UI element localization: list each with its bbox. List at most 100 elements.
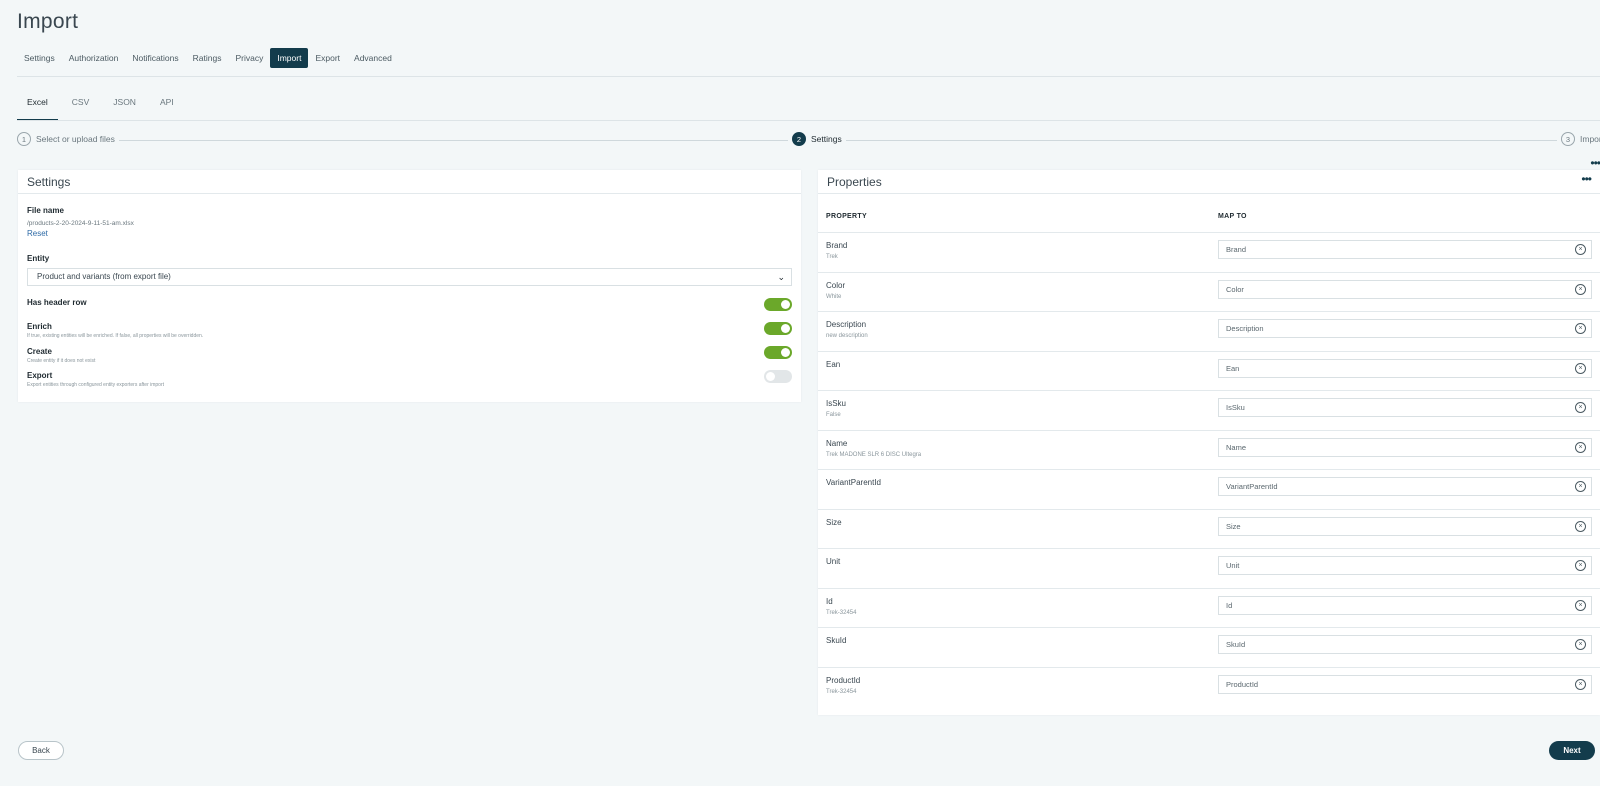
table-row: Unit Unit × [818, 548, 1600, 588]
stepper-line [112, 140, 1600, 141]
table-row: SkuId SkuId × [818, 627, 1600, 667]
map-to-value: Unit [1226, 561, 1240, 570]
clear-icon[interactable]: × [1575, 599, 1586, 611]
table-row: Color White Color × [818, 271, 1600, 312]
create-hint: Create entity if it does not exist [27, 358, 96, 364]
clear-icon[interactable]: × [1575, 244, 1586, 255]
map-to-field[interactable]: Size × [1218, 516, 1592, 536]
map-to-field[interactable]: Unit × [1218, 556, 1592, 575]
step-number: 1 [17, 132, 31, 146]
entity-select-value: Product and variants (from export file) [37, 272, 171, 281]
subtab-excel[interactable]: Excel [17, 92, 58, 120]
toggle-knob [781, 348, 790, 357]
step-number: 3 [1561, 132, 1575, 146]
map-to-field[interactable]: VariantParentId × [1218, 477, 1592, 496]
clear-icon[interactable]: × [1575, 323, 1586, 334]
property-name: Brand [826, 241, 848, 250]
clear-icon[interactable]: × [1575, 402, 1586, 413]
export-toggle[interactable] [764, 370, 792, 383]
property-sample-value: False [826, 412, 841, 418]
enrich-toggle[interactable] [764, 322, 792, 335]
map-to-field[interactable]: Color × [1218, 279, 1592, 299]
table-row: Ean Ean × [818, 350, 1600, 391]
divider [17, 76, 1600, 77]
property-rows: Brand Trek Brand × Color White Color × Descripti… [818, 232, 1600, 706]
settings-card: Settings File name /products-2-20-2024-9… [18, 170, 801, 402]
map-to-value: Name [1226, 442, 1247, 452]
property-name: SkuId [826, 636, 847, 645]
import-format-tabs: Excel CSV JSON API [17, 92, 188, 120]
table-row: Description new description Description × [818, 311, 1600, 351]
create-label: Create [27, 347, 52, 356]
clear-icon[interactable]: × [1575, 678, 1586, 690]
enrich-hint: If true, existing entities will be enric… [27, 333, 204, 339]
map-to-value: Id [1226, 600, 1233, 610]
has-header-row-toggle[interactable] [764, 298, 792, 311]
property-sample-value: Trek-32454 [826, 609, 857, 616]
subtab-csv[interactable]: CSV [62, 92, 99, 120]
property-sample-value: White [826, 293, 842, 300]
tab-import[interactable]: Import [270, 48, 309, 68]
table-row: Id Trek-32454 Id × [818, 587, 1600, 628]
clear-icon[interactable]: × [1575, 362, 1586, 374]
step-label: Import [1580, 134, 1600, 144]
clear-icon[interactable]: × [1575, 639, 1586, 650]
subtab-api[interactable]: API [150, 92, 184, 120]
more-icon[interactable]: ••• [1590, 156, 1600, 170]
next-button[interactable]: Next [1549, 741, 1595, 760]
file-name-value: /products-2-20-2024-9-11-51-am.xlsx [27, 220, 134, 227]
main-tabs: Settings Authorization Notifications Rat… [17, 48, 399, 68]
table-row: Name Trek MADONE SLR 6 DISC Ultegra Name × [818, 429, 1600, 470]
property-sample-value: Trek MADONE SLR 6 DISC Ultegra [826, 451, 922, 458]
property-name: Name [826, 438, 848, 448]
table-row: IsSku False IsSku × [818, 390, 1600, 430]
map-to-field[interactable]: SkuId × [1218, 635, 1592, 654]
step-1: 1 Select or upload files [17, 132, 119, 146]
clear-icon[interactable]: × [1575, 283, 1586, 295]
map-to-value: Description [1226, 324, 1264, 333]
map-to-field[interactable]: Name × [1218, 437, 1592, 457]
chevron-down-icon: ⌄ [777, 272, 785, 282]
tab-ratings[interactable]: Ratings [186, 48, 229, 68]
more-icon[interactable]: ••• [1581, 172, 1592, 186]
enrich-label: Enrich [27, 322, 52, 331]
clear-icon[interactable]: × [1575, 560, 1586, 571]
step-label: Settings [811, 134, 842, 144]
map-to-field[interactable]: Description × [1218, 319, 1592, 338]
file-name-label: File name [27, 206, 64, 215]
tab-notifications[interactable]: Notifications [125, 48, 185, 68]
clear-icon[interactable]: × [1575, 520, 1586, 532]
map-to-value: Size [1226, 521, 1241, 531]
map-to-field[interactable]: IsSku × [1218, 398, 1592, 417]
tab-authorization[interactable]: Authorization [62, 48, 126, 68]
step-label: Select or upload files [36, 134, 115, 144]
entity-select[interactable]: Product and variants (from export file) … [27, 268, 792, 286]
map-to-value: Color [1226, 284, 1244, 294]
page-title: Import [17, 10, 79, 33]
toggle-knob [781, 300, 790, 309]
property-name: ProductId [826, 675, 861, 685]
map-to-field[interactable]: Brand × [1218, 240, 1592, 259]
map-to-field[interactable]: Id × [1218, 595, 1592, 615]
property-name: Unit [826, 557, 841, 566]
property-name: VariantParentId [826, 478, 881, 487]
create-toggle[interactable] [764, 346, 792, 359]
back-button[interactable]: Back [18, 741, 64, 760]
clear-icon[interactable]: × [1575, 441, 1586, 453]
properties-title-bar: Properties ••• [818, 170, 1600, 194]
map-to-value: ProductId [1226, 679, 1259, 689]
clear-icon[interactable]: × [1575, 481, 1586, 492]
tab-privacy[interactable]: Privacy [228, 48, 270, 68]
map-to-field[interactable]: Ean × [1218, 358, 1592, 378]
tab-export[interactable]: Export [308, 48, 347, 68]
property-sample-value: Trek-32454 [826, 688, 857, 695]
settings-title: Settings [18, 170, 801, 194]
subtab-json[interactable]: JSON [103, 92, 146, 120]
tab-settings[interactable]: Settings [17, 48, 62, 68]
map-to-field[interactable]: ProductId × [1218, 674, 1592, 694]
property-name: Id [826, 596, 833, 606]
map-to-value: VariantParentId [1226, 482, 1278, 491]
column-header-property: PROPERTY [826, 213, 867, 220]
tab-advanced[interactable]: Advanced [347, 48, 399, 68]
reset-link[interactable]: Reset [27, 229, 48, 238]
